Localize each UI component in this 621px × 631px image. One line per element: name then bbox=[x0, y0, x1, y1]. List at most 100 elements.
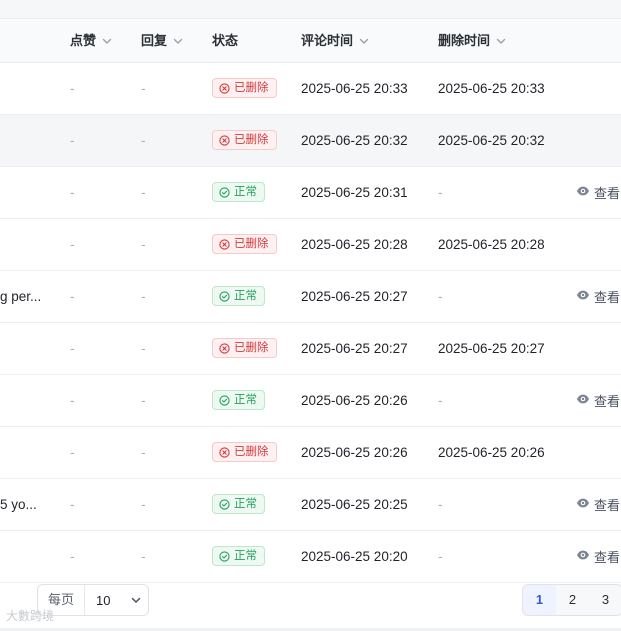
view-button-label: 查看 bbox=[594, 498, 621, 513]
status-text: 已删除 bbox=[234, 342, 269, 354]
table-footer: 每页 10 123 bbox=[0, 574, 621, 631]
status-text: 正常 bbox=[234, 498, 257, 510]
view-button[interactable]: 查看 bbox=[576, 167, 620, 218]
table-body: - - 已删除 2025-06-25 20:33 2025-06-25 20:3… bbox=[0, 63, 621, 583]
eye-icon bbox=[576, 184, 590, 201]
comment-time-cell: 2025-06-25 20:25 bbox=[301, 497, 408, 512]
delete-time-cell: 2025-06-25 20:28 bbox=[438, 237, 545, 252]
eye-icon bbox=[576, 392, 590, 409]
check-circle-icon bbox=[219, 186, 230, 198]
column-header-replies[interactable]: 回复 bbox=[141, 19, 184, 62]
replies-cell: - bbox=[141, 237, 146, 252]
check-circle-icon bbox=[219, 394, 230, 406]
status-badge: 正常 bbox=[212, 494, 265, 514]
likes-cell: - bbox=[70, 445, 75, 460]
pagination: 123 bbox=[522, 584, 621, 616]
table-header: 点赞 回复 状态 评论时间 删除时间 bbox=[0, 19, 621, 63]
page-3-button[interactable]: 3 bbox=[589, 585, 621, 615]
comment-time-cell: 2025-06-25 20:27 bbox=[301, 341, 408, 356]
status-text: 正常 bbox=[234, 394, 257, 406]
chevron-down-icon[interactable] bbox=[124, 594, 148, 606]
delete-time-cell: - bbox=[438, 497, 443, 512]
replies-cell: - bbox=[141, 81, 146, 96]
column-header-comment-time[interactable]: 评论时间 bbox=[301, 19, 370, 62]
view-button-label: 查看 bbox=[594, 550, 621, 565]
column-header-status: 状态 bbox=[212, 19, 238, 62]
replies-cell: - bbox=[141, 341, 146, 356]
table-row[interactable]: - - 正常 2025-06-25 20:31 - 查看 bbox=[0, 167, 621, 219]
column-label-delete-time: 删除时间 bbox=[438, 33, 491, 48]
likes-cell: - bbox=[70, 133, 75, 148]
view-button-label: 查看 bbox=[594, 290, 621, 305]
status-text: 正常 bbox=[234, 290, 257, 302]
chevron-down-icon[interactable] bbox=[172, 35, 184, 47]
table-row[interactable]: - - 已删除 2025-06-25 20:26 2025-06-25 20:2… bbox=[0, 427, 621, 479]
comment-time-cell: 2025-06-25 20:26 bbox=[301, 445, 408, 460]
table-row[interactable]: - - 已删除 2025-06-25 20:32 2025-06-25 20:3… bbox=[0, 115, 621, 167]
table-row[interactable]: g per... - - 正常 2025-06-25 20:27 - 查看 bbox=[0, 271, 621, 323]
view-button[interactable]: 查看 bbox=[576, 375, 620, 426]
column-label-status: 状态 bbox=[212, 33, 239, 48]
status-text: 已删除 bbox=[234, 134, 269, 146]
replies-cell: - bbox=[141, 445, 146, 460]
status-badge: 已删除 bbox=[212, 78, 277, 98]
check-circle-icon bbox=[219, 290, 230, 302]
table-row[interactable]: - - 已删除 2025-06-25 20:28 2025-06-25 20:2… bbox=[0, 219, 621, 271]
page-2-button[interactable]: 2 bbox=[556, 585, 589, 615]
delete-time-cell: 2025-06-25 20:26 bbox=[438, 445, 545, 460]
x-circle-icon bbox=[219, 446, 230, 458]
eye-icon bbox=[576, 496, 590, 513]
table-row[interactable]: - - 已删除 2025-06-25 20:27 2025-06-25 20:2… bbox=[0, 323, 621, 375]
comment-content-cell: g per... bbox=[0, 289, 42, 304]
delete-time-cell: - bbox=[438, 185, 443, 200]
x-circle-icon bbox=[219, 238, 230, 250]
watermark-text: 大數跨境 bbox=[6, 609, 55, 623]
delete-time-cell: 2025-06-25 20:27 bbox=[438, 341, 545, 356]
likes-cell: - bbox=[70, 393, 75, 408]
delete-time-cell: 2025-06-25 20:33 bbox=[438, 81, 545, 96]
x-circle-icon bbox=[219, 342, 230, 354]
status-badge: 正常 bbox=[212, 546, 265, 566]
view-button[interactable]: 查看 bbox=[576, 271, 620, 322]
status-badge: 已删除 bbox=[212, 130, 277, 150]
comment-time-cell: 2025-06-25 20:32 bbox=[301, 133, 408, 148]
likes-cell: - bbox=[70, 237, 75, 252]
top-toolbar-strip bbox=[0, 0, 621, 19]
table-row[interactable]: - - 正常 2025-06-25 20:26 - 查看 bbox=[0, 375, 621, 427]
chevron-down-icon[interactable] bbox=[495, 35, 507, 47]
delete-time-cell: 2025-06-25 20:32 bbox=[438, 133, 545, 148]
page-1-button[interactable]: 1 bbox=[523, 585, 556, 615]
likes-cell: - bbox=[70, 497, 75, 512]
status-text: 正常 bbox=[234, 550, 257, 562]
status-badge: 已删除 bbox=[212, 442, 277, 462]
view-button-label: 查看 bbox=[594, 186, 621, 201]
status-text: 已删除 bbox=[234, 446, 269, 458]
view-button-label: 查看 bbox=[594, 394, 621, 409]
check-circle-icon bbox=[219, 498, 230, 510]
delete-time-cell: - bbox=[438, 393, 443, 408]
table-row[interactable]: - - 已删除 2025-06-25 20:33 2025-06-25 20:3… bbox=[0, 63, 621, 115]
status-badge: 已删除 bbox=[212, 234, 277, 254]
chevron-down-icon[interactable] bbox=[101, 35, 113, 47]
column-header-likes[interactable]: 点赞 bbox=[70, 19, 113, 62]
status-text: 正常 bbox=[234, 186, 257, 198]
status-badge: 正常 bbox=[212, 182, 265, 202]
comment-time-cell: 2025-06-25 20:28 bbox=[301, 237, 408, 252]
status-badge: 已删除 bbox=[212, 338, 277, 358]
chevron-down-icon[interactable] bbox=[358, 35, 370, 47]
column-header-delete-time[interactable]: 删除时间 bbox=[438, 19, 507, 62]
table-row[interactable]: 5 yo... - - 正常 2025-06-25 20:25 - 查看 bbox=[0, 479, 621, 531]
column-label-comment-time: 评论时间 bbox=[301, 33, 354, 48]
eye-icon bbox=[576, 288, 590, 305]
comment-time-cell: 2025-06-25 20:31 bbox=[301, 185, 408, 200]
replies-cell: - bbox=[141, 185, 146, 200]
comment-time-cell: 2025-06-25 20:33 bbox=[301, 81, 408, 96]
replies-cell: - bbox=[141, 289, 146, 304]
status-text: 已删除 bbox=[234, 238, 269, 250]
view-button[interactable]: 查看 bbox=[576, 479, 620, 530]
status-text: 已删除 bbox=[234, 82, 269, 94]
replies-cell: - bbox=[141, 497, 146, 512]
column-label-replies: 回复 bbox=[141, 33, 168, 48]
replies-cell: - bbox=[141, 393, 146, 408]
check-circle-icon bbox=[219, 550, 230, 562]
